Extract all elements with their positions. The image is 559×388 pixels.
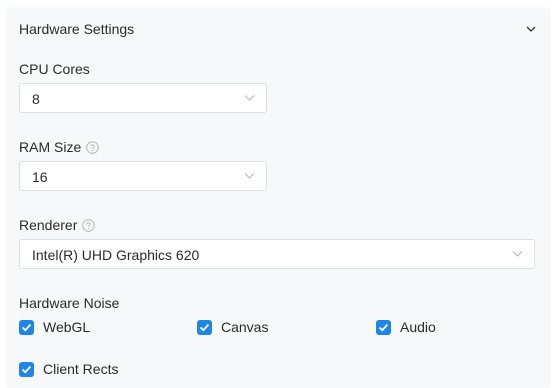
renderer-label-text: Renderer (19, 217, 78, 233)
cpu-cores-label-text: CPU Cores (19, 61, 90, 77)
cpu-cores-select[interactable]: 8 (19, 83, 267, 113)
question-circle-icon[interactable] (86, 140, 100, 154)
hardware-noise-label-text: Hardware Noise (19, 295, 120, 311)
canvas-checkbox-item[interactable]: Canvas (197, 319, 268, 335)
hardware-noise-label: Hardware Noise (19, 295, 119, 311)
client-rects-checkbox-item[interactable]: Client Rects (19, 361, 118, 377)
client-rects-label: Client Rects (43, 361, 119, 377)
question-circle-icon[interactable] (82, 218, 96, 232)
hardware-noise-row-1: WebGL Canvas Audio (19, 319, 539, 337)
renderer-label: Renderer (19, 217, 96, 233)
audio-checkbox[interactable] (376, 319, 391, 335)
renderer-value: Intel(R) UHD Graphics 620 (32, 247, 200, 263)
chevron-down-icon[interactable] (524, 22, 538, 36)
canvas-label: Canvas (221, 319, 269, 335)
ram-size-label-text: RAM Size (19, 139, 82, 155)
audio-label: Audio (400, 319, 436, 335)
ram-size-select[interactable]: 16 (19, 161, 267, 191)
hardware-settings-panel: Hardware Settings CPU Cores 8 RAM Size 1… (6, 7, 551, 388)
client-rects-checkbox[interactable] (19, 361, 34, 377)
checkmark-icon (378, 323, 389, 331)
chevron-down-icon (244, 173, 255, 179)
cpu-cores-value: 8 (32, 91, 40, 107)
checkmark-icon (199, 323, 210, 331)
chevron-down-icon (512, 251, 523, 257)
canvas-checkbox[interactable] (197, 319, 212, 335)
webgl-checkbox[interactable] (19, 319, 34, 335)
cpu-cores-label: CPU Cores (19, 61, 90, 77)
webgl-checkbox-item[interactable]: WebGL (19, 319, 90, 335)
ram-size-label: RAM Size (19, 139, 100, 155)
hardware-noise-row-2: Client Rects (19, 361, 539, 379)
section-title: Hardware Settings (19, 21, 135, 37)
checkmark-icon (21, 323, 32, 331)
renderer-select[interactable]: Intel(R) UHD Graphics 620 (19, 239, 535, 269)
checkmark-icon (21, 365, 32, 373)
ram-size-value: 16 (32, 169, 48, 185)
chevron-down-icon (244, 95, 255, 101)
audio-checkbox-item[interactable]: Audio (376, 319, 436, 335)
webgl-label: WebGL (43, 319, 91, 335)
